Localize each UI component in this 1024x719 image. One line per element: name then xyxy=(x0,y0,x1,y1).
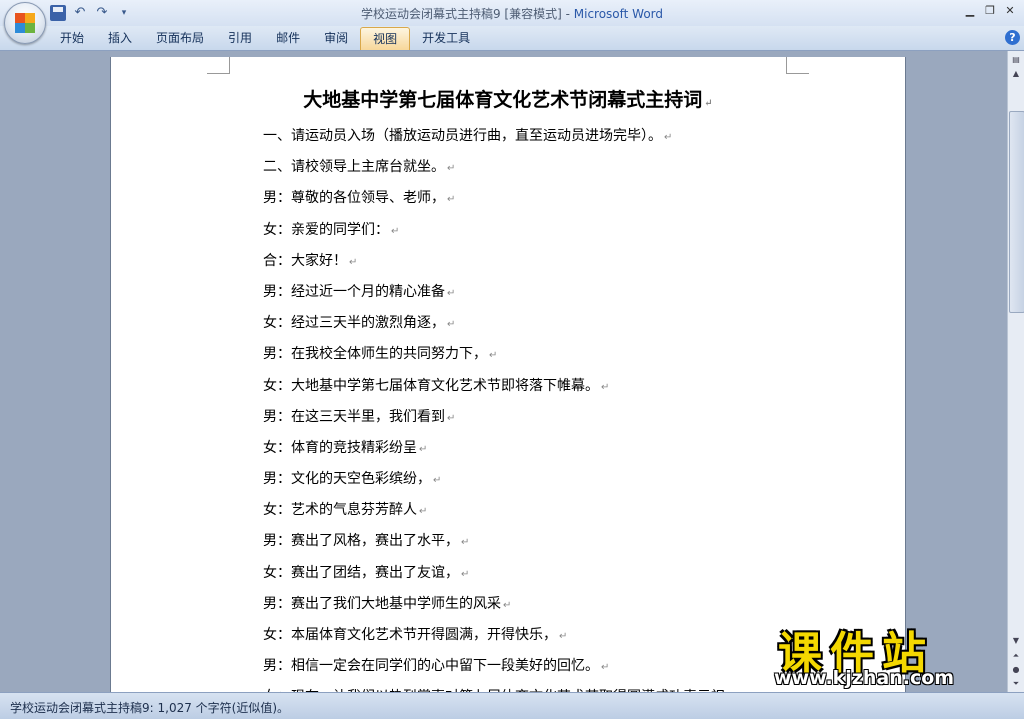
status-bar: 学校运动会闭幕式主持稿9: 1,027 个字符(近似值)。 xyxy=(0,692,1024,719)
minimize-icon[interactable]: ▁ xyxy=(960,2,980,20)
document-line: 二、请校领导上主席台就坐。 ↵ xyxy=(263,152,725,183)
paragraph-mark: ↵ xyxy=(447,163,456,175)
document-line: 男：文化的天空色彩缤纷， ↵ xyxy=(263,464,725,495)
paragraph-mark: ↵ xyxy=(447,287,456,299)
paragraph-mark: ↵ xyxy=(419,506,428,518)
ribbon-tab-bar: 开始 插入 页面布局 引用 邮件 审阅 视图 开发工具 ? xyxy=(0,26,1024,51)
tab-review[interactable]: 审阅 xyxy=(312,26,360,50)
document-line: 女：艺术的气息芬芳醉人 ↵ xyxy=(263,495,725,526)
document-line: 女：本届体育文化艺术节开得圆满，开得快乐， ↵ xyxy=(263,620,725,651)
title-bar: ↶ ↷ ▾ 学校运动会闭幕式主持稿9 [兼容模式] - Microsoft Wo… xyxy=(0,0,1024,26)
document-line: 男：赛出了风格，赛出了水平， ↵ xyxy=(263,526,725,557)
document-line: 男：在这三天半里，我们看到 ↵ xyxy=(263,402,725,433)
tab-page-layout[interactable]: 页面布局 xyxy=(144,26,216,50)
document-line: 女：现在，让我们以热烈掌声对第七届体育文化艺术节取得圆满成功表示祝 xyxy=(263,682,725,692)
close-icon[interactable]: ✕ xyxy=(1000,2,1020,20)
document-line: 男：相信一定会在同学们的心中留下一段美好的回忆。 ↵ xyxy=(263,651,725,682)
document-title-text: 大地基中学第七届体育文化艺术节闭幕式主持词 xyxy=(303,89,703,111)
crop-mark xyxy=(207,57,230,74)
tab-view[interactable]: 视图 xyxy=(360,27,411,50)
document-title: 大地基中学第七届体育文化艺术节闭幕式主持词 ↵ xyxy=(111,85,905,112)
document-line: 女：大地基中学第七届体育文化艺术节即将落下帷幕。 ↵ xyxy=(263,371,725,402)
paragraph-mark: ↵ xyxy=(447,412,456,424)
line-text: 合：大家好！ xyxy=(263,252,347,269)
document-line: 女：体育的竞技精彩纷呈 ↵ xyxy=(263,433,725,464)
line-text: 女：赛出了团结，赛出了友谊， xyxy=(263,564,459,581)
vertical-scrollbar[interactable]: ▤ ▲ ▼ ⏶ ● ⏷ xyxy=(1007,51,1024,692)
paragraph-mark: ↵ xyxy=(433,475,442,487)
line-text: 男：文化的天空色彩缤纷， xyxy=(263,471,431,488)
paragraph-mark: ↵ xyxy=(461,537,470,549)
paragraph-mark: ↵ xyxy=(704,98,713,109)
paragraph-mark: ↵ xyxy=(489,350,498,362)
window-title: 学校运动会闭幕式主持稿9 [兼容模式] - Microsoft Word xyxy=(0,5,1024,22)
crop-mark xyxy=(786,57,809,74)
paragraph-mark: ↵ xyxy=(601,662,610,674)
paragraph-mark: ↵ xyxy=(601,381,610,393)
line-text: 女：经过三天半的激烈角逐， xyxy=(263,315,445,332)
window-title-sep: - xyxy=(561,7,574,21)
line-text: 男：赛出了我们大地基中学师生的风采 xyxy=(263,595,501,612)
line-text: 女：亲爱的同学们： xyxy=(263,221,389,238)
paragraph-mark: ↵ xyxy=(391,225,400,237)
paragraph-mark: ↵ xyxy=(419,443,428,455)
document-line: 女：亲爱的同学们： ↵ xyxy=(263,215,725,246)
document-body: 一、请运动员入场（播放运动员进行曲，直至运动员进场完毕）。 ↵ 二、请校领导上主席台… xyxy=(263,121,725,692)
window-controls: ▁ ❐ ✕ xyxy=(960,2,1020,20)
window-title-doc: 学校运动会闭幕式主持稿9 [兼容模式] xyxy=(360,7,562,21)
document-line: 女：赛出了团结，赛出了友谊， ↵ xyxy=(263,558,725,589)
document-page[interactable]: 大地基中学第七届体育文化艺术节闭幕式主持词 ↵ 一、请运动员入场（播放运动员进行曲… xyxy=(110,57,906,692)
office-logo-icon xyxy=(15,13,35,33)
paragraph-mark: ↵ xyxy=(503,599,512,611)
document-line: 男：赛出了我们大地基中学师生的风采 ↵ xyxy=(263,589,725,620)
line-text: 男：赛出了风格，赛出了水平， xyxy=(263,533,459,550)
help-icon[interactable]: ? xyxy=(1005,30,1020,45)
line-text: 男：在我校全体师生的共同努力下， xyxy=(263,346,487,363)
office-button[interactable] xyxy=(4,2,46,44)
document-line: 男：在我校全体师生的共同努力下， ↵ xyxy=(263,339,725,370)
watermark-logo: 课件站 www.kjzhan.com xyxy=(772,617,1016,693)
window-title-app: Microsoft Word xyxy=(573,7,664,21)
line-text: 二、请校领导上主席台就坐。 xyxy=(263,159,445,176)
word-count-status[interactable]: 学校运动会闭幕式主持稿9: 1,027 个字符(近似值)。 xyxy=(10,699,289,716)
paragraph-mark: ↵ xyxy=(447,194,456,206)
tab-insert[interactable]: 插入 xyxy=(96,26,144,50)
restore-icon[interactable]: ❐ xyxy=(980,2,1000,20)
line-text: 女：大地基中学第七届体育文化艺术节即将落下帷幕。 xyxy=(263,377,599,394)
paragraph-mark: ↵ xyxy=(349,256,358,268)
paragraph-mark: ↵ xyxy=(461,568,470,580)
document-line: 男：经过近一个月的精心准备 ↵ xyxy=(263,277,725,308)
line-text: 男：经过近一个月的精心准备 xyxy=(263,283,445,300)
tab-references[interactable]: 引用 xyxy=(216,26,264,50)
document-area: 大地基中学第七届体育文化艺术节闭幕式主持词 ↵ 一、请运动员入场（播放运动员进行曲… xyxy=(0,51,1008,692)
watermark-url: www.kjzhan.com xyxy=(774,667,955,689)
line-text: 女：艺术的气息芬芳醉人 xyxy=(263,502,417,519)
line-text: 男：相信一定会在同学们的心中留下一段美好的回忆。 xyxy=(263,658,599,675)
ruler-toggle-icon[interactable]: ▤ xyxy=(1009,53,1023,67)
line-text: 男：在这三天半里，我们看到 xyxy=(263,408,445,425)
paragraph-mark: ↵ xyxy=(447,319,456,331)
paragraph-mark: ↵ xyxy=(559,631,568,642)
paragraph-mark: ↵ xyxy=(664,132,673,143)
document-line: 男：尊敬的各位领导、老师， ↵ xyxy=(263,183,725,214)
line-text: 女：体育的竞技精彩纷呈 xyxy=(263,439,417,456)
document-line: 一、请运动员入场（播放运动员进行曲，直至运动员进场完毕）。 ↵ xyxy=(263,121,725,152)
line-text: 女：本届体育文化艺术节开得圆满，开得快乐， xyxy=(263,627,557,643)
document-line: 合：大家好！ ↵ xyxy=(263,246,725,277)
document-line: 女：经过三天半的激烈角逐， ↵ xyxy=(263,308,725,339)
ribbon-tabs: 开始 插入 页面布局 引用 邮件 审阅 视图 开发工具 xyxy=(48,26,482,50)
line-text: 一、请运动员入场（播放运动员进行曲，直至运动员进场完毕）。 xyxy=(263,128,662,144)
line-text: 男：尊敬的各位领导、老师， xyxy=(263,190,445,207)
tab-mailings[interactable]: 邮件 xyxy=(264,26,312,50)
tab-home[interactable]: 开始 xyxy=(48,26,96,50)
scrollbar-thumb[interactable] xyxy=(1009,111,1024,313)
tab-developer[interactable]: 开发工具 xyxy=(410,26,482,50)
scroll-up-icon[interactable]: ▲ xyxy=(1009,67,1023,81)
